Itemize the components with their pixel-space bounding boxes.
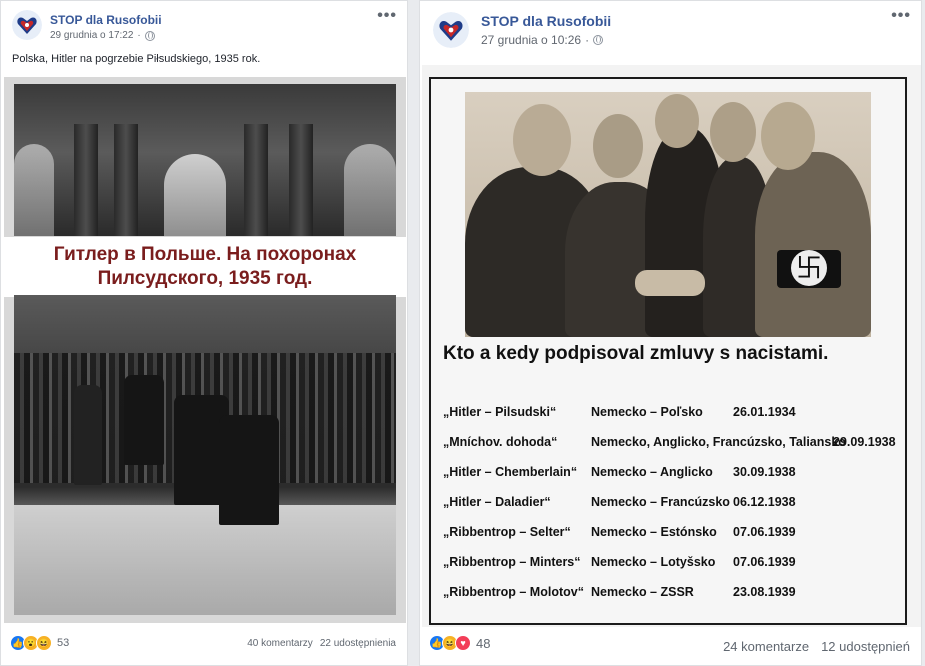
page-avatar[interactable] [12, 10, 42, 40]
armband-emblem [777, 250, 841, 288]
image-frame: Kto a kedy podpisoval zmluvy s nacistami… [429, 77, 907, 625]
image-caption-line1: Гитлер в Польше. На похоронах [53, 244, 357, 265]
timestamp[interactable]: 29 grudnia o 17:22 [50, 30, 133, 41]
page-name[interactable]: STOP dla Rusofobii [50, 13, 162, 27]
love-reaction-icon: ♥ [455, 635, 471, 651]
timestamp[interactable]: 27 grudnia o 10:26 [481, 33, 581, 47]
post-text: Polska, Hitler na pogrzebie Piłsudskiego… [12, 53, 261, 65]
post-header: STOP dla Rusofobii 27 grudnia o 10:26 · … [420, 1, 921, 48]
more-options-button[interactable]: ••• [377, 7, 397, 25]
post-meta: 29 grudnia o 17:22 · [50, 30, 155, 41]
page-name[interactable]: STOP dla Rusofobii [481, 13, 611, 29]
post-image[interactable]: Kto a kedy podpisoval zmluvy s nacistami… [422, 65, 921, 627]
shares-link[interactable]: 12 udostępnień [821, 639, 910, 654]
page-avatar[interactable] [433, 12, 469, 48]
globe-icon [593, 35, 604, 45]
engagement-counts: 40 komentarzy 22 udostępnienia [247, 638, 396, 649]
reactions-summary[interactable]: 👍 😮 😆 53 [10, 635, 69, 651]
comments-link[interactable]: 24 komentarze [723, 639, 809, 654]
photo-interior [14, 84, 396, 236]
image-title: Kto a kedy podpisoval zmluvy s nacistami… [443, 343, 829, 364]
image-caption-line2: Пилсудского, 1935 год. [97, 268, 313, 289]
post-header: STOP dla Rusofobii 29 grudnia o 17:22 · … [1, 1, 407, 45]
more-options-button[interactable]: ••• [891, 7, 911, 25]
post-left: STOP dla Rusofobii 29 grudnia o 17:22 · … [0, 0, 408, 666]
globe-icon [144, 30, 155, 41]
photo-handshake [465, 92, 871, 337]
post-right: STOP dla Rusofobii 27 grudnia o 10:26 · … [419, 0, 922, 666]
engagement-counts: 24 komentarze 12 udostępnień [723, 639, 910, 654]
reactions-summary[interactable]: 👍 😆 ♥ 48 [429, 635, 490, 651]
post-footer: 👍 😮 😆 53 40 komentarzy 22 udostępnienia [1, 625, 407, 665]
post-meta: 27 grudnia o 10:26 · [481, 33, 604, 47]
haha-reaction-icon: 😆 [36, 635, 52, 651]
reaction-count: 53 [57, 637, 70, 649]
reaction-count: 48 [476, 635, 491, 651]
comments-link[interactable]: 40 komentarzy [247, 638, 313, 649]
photo-funeral [14, 295, 396, 615]
post-image[interactable]: Гитлер в Польше. На похоронах Пилсудског… [4, 77, 406, 623]
post-footer: 👍 😆 ♥ 48 24 komentarze 12 udostępnień [420, 625, 921, 665]
shares-link[interactable]: 22 udostępnienia [320, 638, 396, 649]
